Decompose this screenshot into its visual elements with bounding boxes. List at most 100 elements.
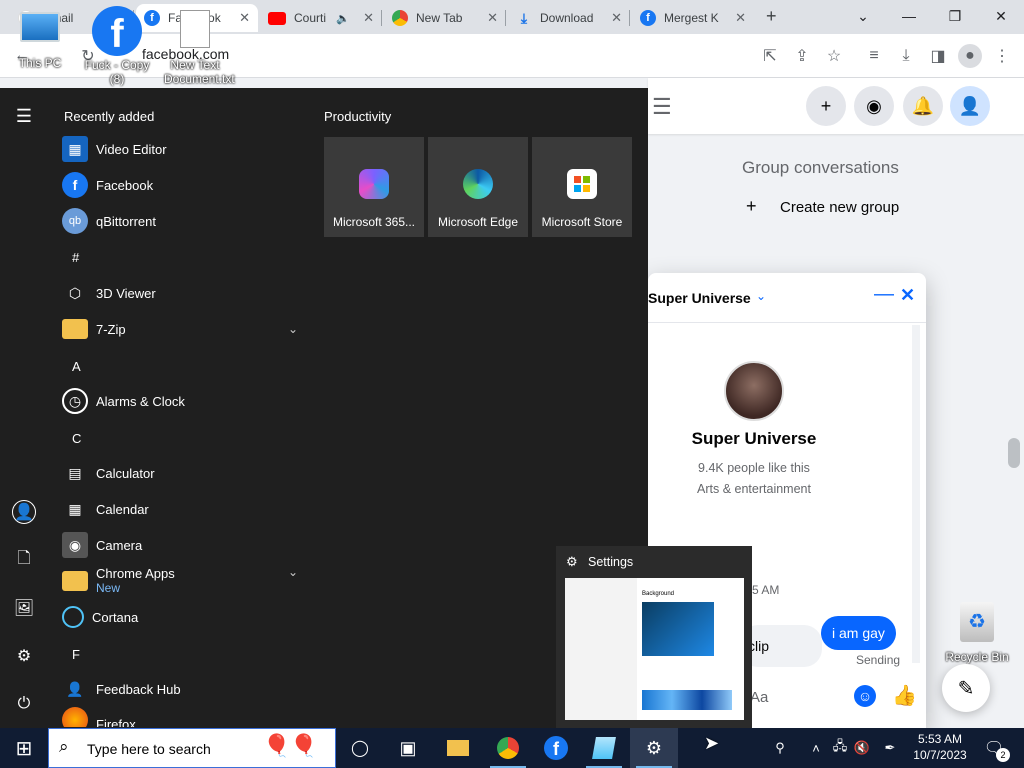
desktop-icon-recycle-bin[interactable]: ♻ Recycle Bin bbox=[942, 602, 1012, 664]
tab-new-tab[interactable]: New Tab ✕ bbox=[384, 4, 506, 32]
notifications-bell-icon[interactable]: 🔔 bbox=[903, 86, 943, 126]
section-header-f[interactable]: F bbox=[72, 647, 80, 662]
app-7zip-folder[interactable]: 7-Zip bbox=[62, 311, 312, 347]
settings-thumbnail: Background bbox=[565, 578, 744, 720]
windows-start-button[interactable]: ⊞ bbox=[0, 728, 48, 768]
app-qbittorrent[interactable]: qb qBittorrent bbox=[62, 203, 312, 239]
close-tab-icon[interactable]: ✕ bbox=[735, 10, 746, 26]
app-label-group: Chrome Apps New bbox=[96, 566, 175, 596]
page-name[interactable]: Super Universe bbox=[648, 429, 860, 449]
app-cortana[interactable]: Cortana bbox=[62, 599, 312, 635]
sent-message-bubble[interactable]: i am gay bbox=[821, 616, 896, 650]
desktop-icon-this-pc[interactable]: This PC bbox=[14, 12, 66, 70]
section-header-a[interactable]: A bbox=[72, 359, 81, 374]
hamburger-menu-icon[interactable]: ☰ bbox=[652, 94, 672, 120]
chat-scrollbar[interactable] bbox=[912, 325, 920, 663]
close-chat-icon[interactable]: ✕ bbox=[900, 285, 915, 306]
chevron-down-icon[interactable]: ⌄ bbox=[756, 289, 766, 303]
pictures-icon[interactable]: 🖼 bbox=[12, 596, 36, 620]
restore-button[interactable]: ❐ bbox=[932, 0, 978, 32]
settings-window-preview[interactable]: ⚙ Settings Background bbox=[556, 546, 752, 728]
close-window-button[interactable]: ✕ bbox=[978, 0, 1024, 32]
pen-workspace-icon[interactable]: ✒ bbox=[880, 738, 900, 758]
notepad-taskbar-icon[interactable] bbox=[580, 728, 628, 768]
app-calculator[interactable]: ▤ Calculator bbox=[62, 455, 312, 491]
app-chrome-apps-folder[interactable]: Chrome Apps New bbox=[62, 563, 312, 599]
tile-microsoft-store[interactable]: Microsoft Store bbox=[532, 137, 632, 237]
task-view-icon[interactable]: ▣ bbox=[384, 728, 432, 768]
create-plus-button[interactable]: + bbox=[806, 86, 846, 126]
chrome-icon bbox=[497, 737, 519, 759]
search-box[interactable]: ⌕ Type here to search 🎈🎈 bbox=[48, 728, 336, 768]
audio-playing-icon[interactable]: 🔈 bbox=[336, 12, 350, 25]
minimize-button[interactable]: — bbox=[886, 0, 932, 32]
expand-chevron-icon[interactable]: ⌄ bbox=[288, 322, 298, 336]
chat-header: Super Universe ⌄ — ✕ bbox=[648, 273, 926, 323]
chrome-menu-icon[interactable]: ⋮ bbox=[990, 44, 1014, 68]
messenger-icon[interactable]: ◉ bbox=[854, 86, 894, 126]
close-tab-icon[interactable]: ✕ bbox=[239, 10, 250, 26]
tab-title: New Tab bbox=[416, 11, 463, 25]
user-account-icon[interactable]: 👤 bbox=[12, 500, 36, 524]
create-new-group-link[interactable]: Create new group bbox=[780, 199, 899, 216]
chrome-taskbar-icon[interactable] bbox=[484, 728, 532, 768]
side-panel-icon[interactable]: ◨ bbox=[926, 44, 950, 68]
app-3d-viewer[interactable]: ⬡ 3D Viewer bbox=[62, 275, 312, 311]
like-thumb-icon[interactable]: 👍 bbox=[892, 683, 917, 708]
documents-icon[interactable]: 🗋 bbox=[12, 548, 36, 572]
expand-chevron-icon[interactable]: ⌄ bbox=[288, 565, 298, 579]
share-icon[interactable]: ⇪ bbox=[790, 44, 814, 68]
app-alarms-clock[interactable]: ◷ Alarms & Clock bbox=[62, 383, 312, 419]
tile-microsoft-365[interactable]: Microsoft 365... bbox=[324, 137, 424, 237]
new-message-compose-icon[interactable]: ✎ bbox=[942, 664, 990, 712]
app-camera[interactable]: ◉ Camera bbox=[62, 527, 312, 563]
clock[interactable]: 5:53 AM 10/7/2023 bbox=[908, 731, 972, 763]
tile-microsoft-edge[interactable]: Microsoft Edge bbox=[428, 137, 528, 237]
app-video-editor[interactable]: ▦ Video Editor bbox=[62, 131, 312, 167]
open-in-app-icon[interactable]: ⇱ bbox=[758, 44, 782, 68]
volume-muted-icon[interactable]: 🔇 bbox=[852, 738, 872, 758]
minimize-chat-icon[interactable]: — bbox=[874, 283, 894, 306]
desktop-icon-label: Fuck - Copy (8) bbox=[84, 58, 150, 86]
settings-gear-icon: ⚙ bbox=[566, 554, 578, 569]
show-hidden-icons-chevron-icon[interactable]: ˄ bbox=[806, 738, 826, 758]
bookmark-star-icon[interactable]: ☆ bbox=[822, 44, 846, 68]
page-scrollbar[interactable] bbox=[1008, 438, 1020, 468]
profile-avatar-icon[interactable]: ● bbox=[958, 44, 982, 68]
app-facebook[interactable]: f Facebook bbox=[62, 167, 312, 203]
desktop-icon-facebook-shortcut[interactable]: f Fuck - Copy (8) bbox=[80, 6, 154, 86]
page-avatar[interactable] bbox=[724, 361, 784, 421]
tab-separator bbox=[381, 10, 382, 26]
app-firefox[interactable]: Firefox bbox=[62, 707, 312, 727]
app-feedback-hub[interactable]: 👤 Feedback Hub bbox=[62, 671, 312, 707]
emoji-icon[interactable]: ☺ bbox=[854, 685, 876, 707]
settings-taskbar-icon[interactable]: ⚙ bbox=[630, 728, 678, 768]
close-tab-icon[interactable]: ✕ bbox=[363, 10, 374, 26]
tab-search-button[interactable]: ⌄ bbox=[840, 0, 886, 32]
cortana-circle-icon[interactable]: ◯ bbox=[336, 728, 384, 768]
app-calendar[interactable]: ▦ Calendar bbox=[62, 491, 312, 527]
settings-gear-icon[interactable]: ⚙ bbox=[12, 644, 36, 668]
tab-mergest[interactable]: f Mergest K ✕ bbox=[632, 4, 754, 32]
desktop-icon-text-document[interactable]: New Text Document.txt bbox=[164, 10, 235, 86]
network-icon[interactable]: 🖧 bbox=[830, 738, 850, 758]
section-header-hash[interactable]: # bbox=[72, 250, 79, 265]
file-explorer-icon[interactable] bbox=[434, 728, 482, 768]
media-control-icon[interactable]: ≡ bbox=[862, 44, 886, 68]
power-icon[interactable]: ⏻ bbox=[12, 692, 36, 716]
close-tab-icon[interactable]: ✕ bbox=[487, 10, 498, 26]
section-header-c[interactable]: C bbox=[72, 431, 81, 446]
hamburger-expand-icon[interactable]: ☰ bbox=[12, 104, 36, 128]
people-icon[interactable]: ⚲ bbox=[770, 738, 790, 758]
facebook-taskbar-icon[interactable]: f bbox=[532, 728, 580, 768]
chat-header-name[interactable]: Super Universe bbox=[648, 290, 751, 306]
tab-youtube[interactable]: Courti 🔈 ✕ bbox=[260, 4, 382, 32]
profile-avatar[interactable]: 👤 bbox=[950, 86, 990, 126]
message-composer[interactable]: Aa bbox=[750, 689, 768, 706]
tab-download[interactable]: ⤓ Download ✕ bbox=[508, 4, 630, 32]
start-rail: ☰ 👤 🗋 🖼 ⚙ ⏻ bbox=[0, 88, 48, 728]
tab-title: Mergest K bbox=[664, 11, 719, 25]
new-tab-button[interactable]: + bbox=[766, 6, 777, 27]
downloads-icon[interactable]: ⤓ bbox=[894, 44, 918, 68]
close-tab-icon[interactable]: ✕ bbox=[611, 10, 622, 26]
